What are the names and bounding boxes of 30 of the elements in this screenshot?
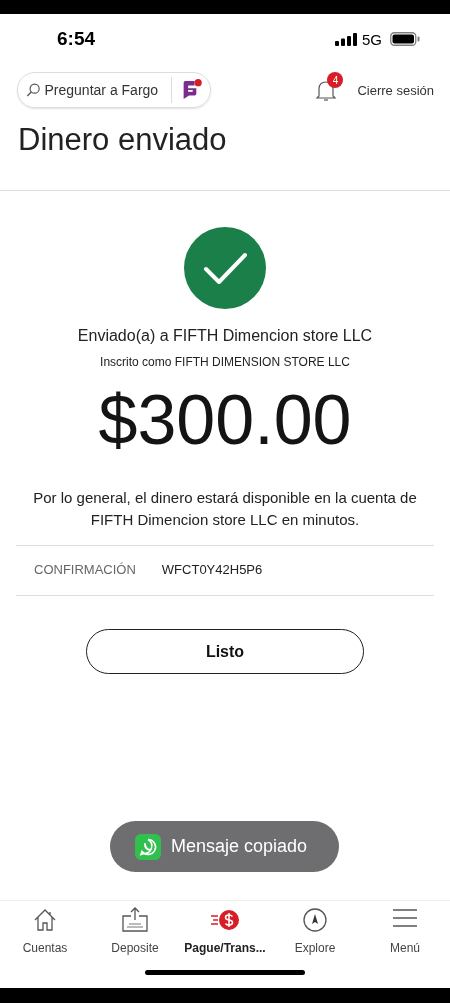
page-title: Dinero enviado [18, 122, 228, 159]
checkmark-icon [184, 227, 266, 309]
done-button[interactable]: Listo [86, 629, 364, 674]
search-icon [26, 82, 41, 98]
tab-item[interactable]: Cuentas [0, 901, 90, 961]
deposit-icon [121, 907, 149, 933]
logout-link[interactable]: Cierre sesión [357, 82, 434, 98]
battery-icon [390, 32, 420, 46]
menu-icon [392, 907, 418, 929]
compass-icon [302, 907, 328, 933]
toast-text: Mensaje copiado [171, 836, 308, 857]
amount: $300.00 [98, 380, 352, 461]
confirmation-code: WFCT0Y42H5P6 [161, 562, 263, 577]
network-type: 5G [362, 30, 382, 48]
confirmation-label: CONFIRMACIÓN [34, 562, 136, 577]
house-icon [32, 907, 58, 933]
chat-app-icon [135, 833, 161, 860]
status-time: 6:54 [57, 28, 96, 50]
signal-icon [335, 32, 357, 46]
payment-icon [209, 907, 241, 933]
tab-item[interactable]: Deposite [90, 901, 180, 961]
registered-name: Inscrito como FIFTH DIMENSION STORE LLC [100, 355, 350, 369]
tab-item[interactable]: Menú [360, 901, 450, 961]
availability-note: Por lo general, el dinero estará disponible en la cuenta de FIFTH Dimencion store LLC en minutos. [32, 488, 418, 530]
tab-item[interactable]: Explore [270, 901, 360, 961]
search-input[interactable]: Preguntar a Fargo [44, 82, 167, 98]
recipient-text: Enviado(a) a FIFTH Dimencion store LLC [77, 327, 373, 345]
notification-badge: 4 [327, 72, 344, 88]
bell-icon[interactable] [315, 78, 338, 102]
tab-item[interactable]: Pague/Trans... [180, 901, 270, 961]
